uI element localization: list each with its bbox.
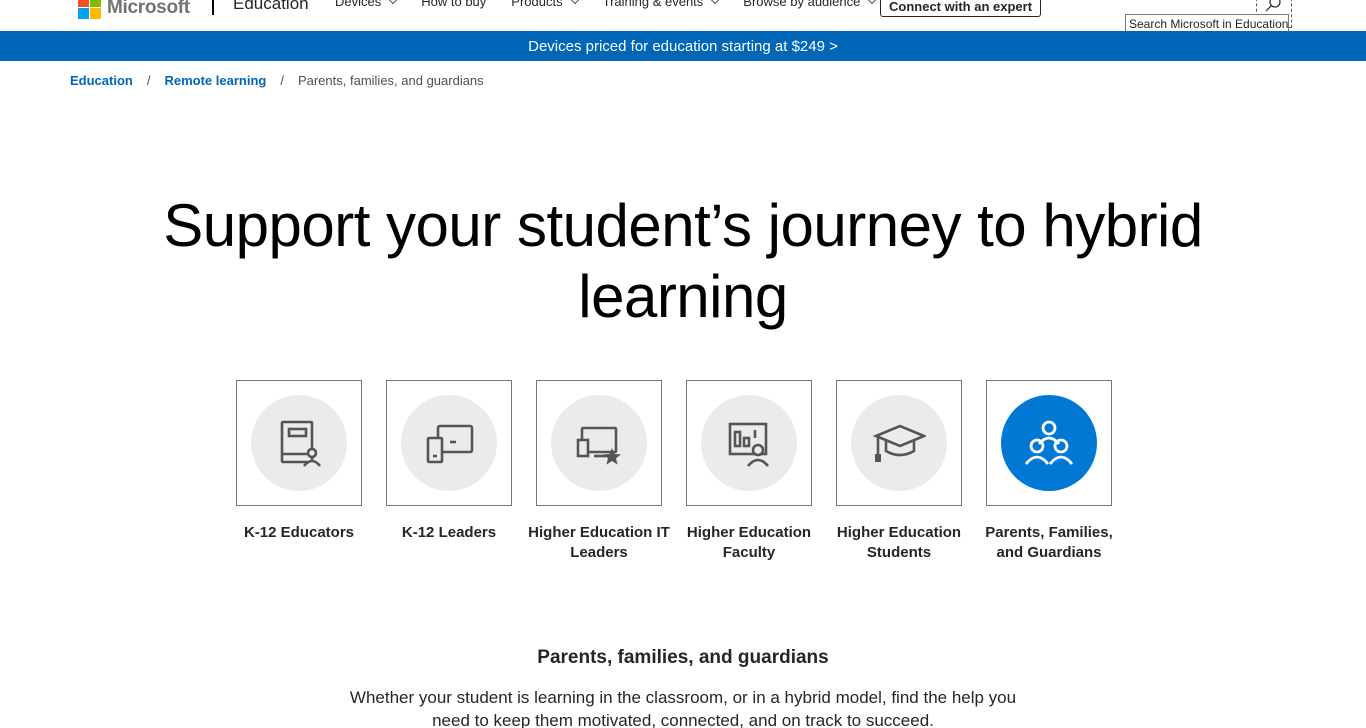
devices-icon bbox=[426, 424, 474, 464]
breadcrumb-remote-learning[interactable]: Remote learning bbox=[164, 73, 266, 88]
nav-products-label: Products bbox=[511, 0, 563, 9]
connect-expert-button[interactable]: Connect with an expert bbox=[880, 0, 1042, 17]
board-person-icon bbox=[728, 422, 769, 467]
chevron-down-icon bbox=[868, 0, 877, 5]
nav-how-to-buy[interactable]: How to buy bbox=[421, 0, 486, 9]
audience-label: Higher Education Students bbox=[836, 524, 962, 561]
audience-tile-box[interactable] bbox=[536, 380, 662, 506]
chevron-down-icon bbox=[711, 0, 720, 5]
promo-banner-link[interactable]: Devices priced for education starting at… bbox=[528, 38, 838, 55]
audience-icon-circle bbox=[401, 395, 497, 491]
audience-label: Parents, Families, and Guardians bbox=[985, 524, 1113, 561]
audience-label: K-12 Educators bbox=[243, 524, 355, 541]
page-title: Support your student’s journey to hybrid… bbox=[163, 192, 1203, 330]
audience-icon-circle bbox=[851, 395, 947, 491]
audience-icon-circle bbox=[551, 395, 647, 491]
microsoft-logo-icon bbox=[78, 0, 101, 19]
audience-tile-higher-ed-it-leaders[interactable]: Higher Education IT Leaders bbox=[528, 380, 670, 563]
main-nav: Devices How to buy Products Training & e… bbox=[335, 0, 900, 9]
search-icon bbox=[1265, 0, 1281, 12]
section-description: Whether your student is learning in the … bbox=[349, 688, 1017, 728]
nav-devices[interactable]: Devices bbox=[335, 0, 398, 9]
book-person-icon bbox=[280, 420, 322, 467]
audience-tile-box[interactable] bbox=[686, 380, 812, 506]
breadcrumb-education[interactable]: Education bbox=[70, 73, 133, 88]
nav-browse-by-audience[interactable]: Browse by audience bbox=[743, 0, 877, 9]
breadcrumb-separator: / bbox=[146, 73, 151, 88]
audience-label: Higher Education Faculty bbox=[686, 524, 812, 561]
audience-tile-parents-families[interactable]: Parents, Families, and Guardians bbox=[985, 380, 1113, 563]
audience-tile-higher-ed-faculty[interactable]: Higher Education Faculty bbox=[686, 380, 812, 563]
audience-label: Higher Education IT Leaders bbox=[528, 524, 670, 561]
site-header: Microsoft Education Devices How to buy P… bbox=[0, 0, 1366, 35]
audience-tile-k12-leaders[interactable]: K-12 Leaders bbox=[386, 380, 512, 543]
nav-devices-label: Devices bbox=[335, 0, 382, 9]
breadcrumb-current: Parents, families, and guardians bbox=[297, 73, 484, 88]
audience-icon-circle bbox=[701, 395, 797, 491]
section-title: Parents, families, and guardians bbox=[537, 647, 829, 668]
promo-banner: Devices priced for education starting at… bbox=[0, 31, 1366, 61]
audience-tile-box[interactable] bbox=[236, 380, 362, 506]
audience-label: K-12 Leaders bbox=[401, 524, 497, 541]
nav-training-events-label: Training & events bbox=[602, 0, 704, 9]
brand-name: Microsoft bbox=[107, 0, 190, 18]
graduation-cap-icon bbox=[872, 424, 926, 462]
monitor-star-icon bbox=[576, 426, 621, 465]
chevron-down-icon bbox=[570, 0, 579, 5]
audience-icon-circle-active bbox=[1001, 395, 1097, 491]
header-divider bbox=[212, 0, 214, 15]
nav-browse-by-audience-label: Browse by audience bbox=[743, 0, 861, 9]
nav-training-events[interactable]: Training & events bbox=[602, 0, 720, 9]
audience-tile-k12-educators[interactable]: K-12 Educators bbox=[236, 380, 362, 543]
nav-how-to-buy-label: How to buy bbox=[421, 0, 487, 9]
breadcrumb: Education / Remote learning / Parents, f… bbox=[70, 73, 484, 88]
microsoft-logo[interactable]: Microsoft bbox=[78, 0, 190, 19]
audience-tile-box[interactable] bbox=[386, 380, 512, 506]
audience-tile-box[interactable] bbox=[986, 380, 1112, 506]
site-title[interactable]: Education bbox=[233, 0, 309, 14]
audience-icon-circle bbox=[251, 395, 347, 491]
audience-tile-box[interactable] bbox=[836, 380, 962, 506]
family-icon bbox=[1024, 420, 1074, 465]
nav-products[interactable]: Products bbox=[511, 0, 579, 9]
audience-tile-higher-ed-students[interactable]: Higher Education Students bbox=[836, 380, 962, 563]
chevron-down-icon bbox=[389, 0, 398, 5]
breadcrumb-separator: / bbox=[280, 73, 284, 88]
